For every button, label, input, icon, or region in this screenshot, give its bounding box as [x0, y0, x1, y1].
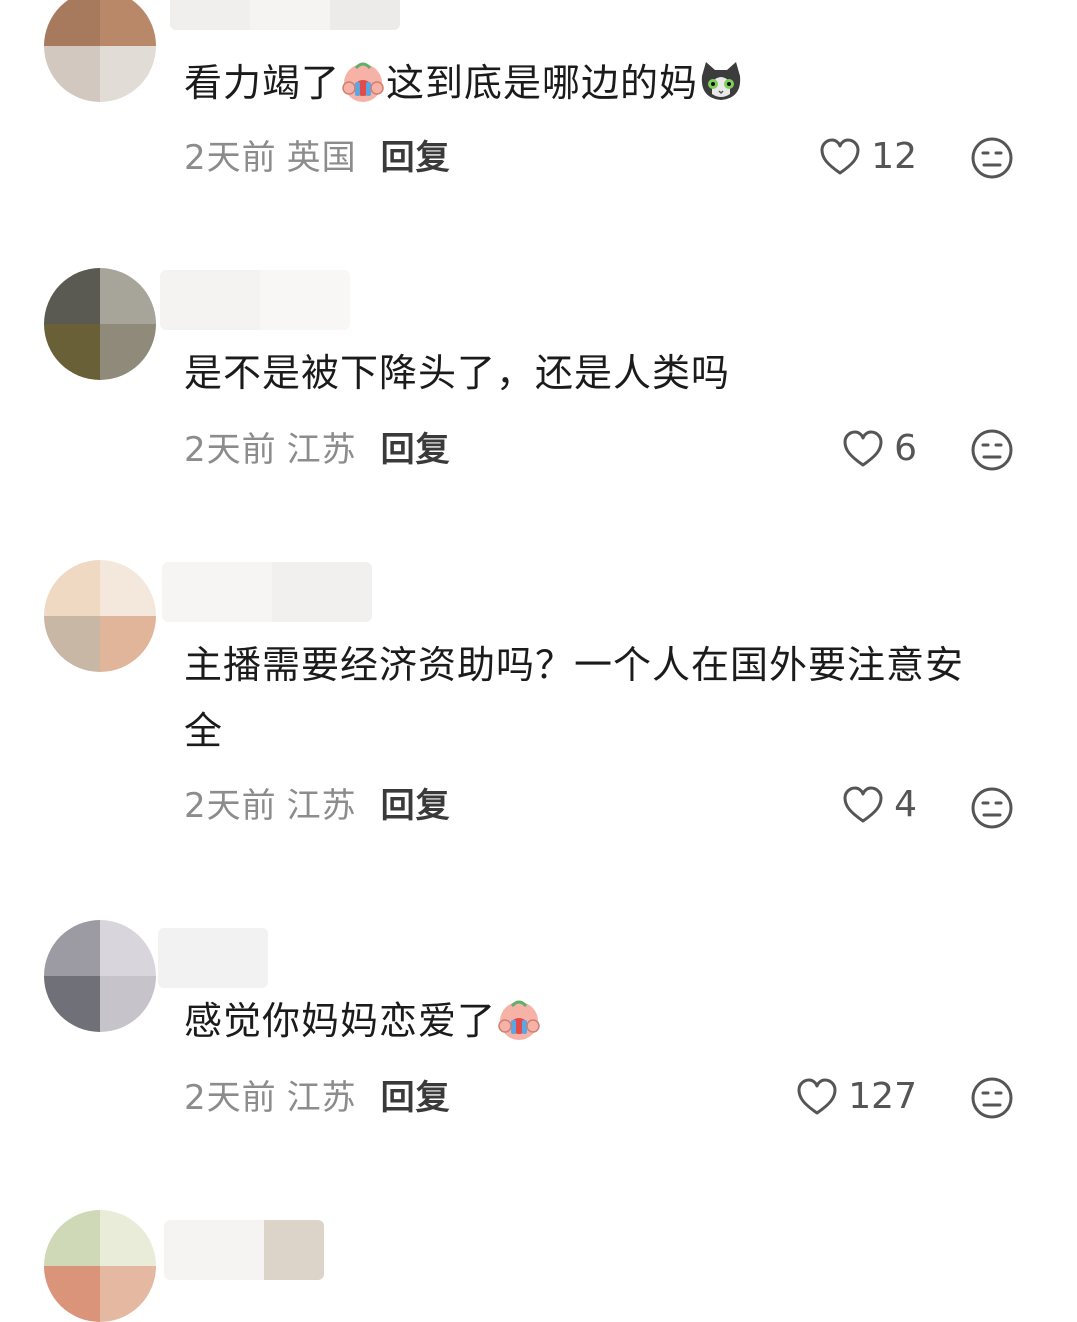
- like-button[interactable]: 127: [796, 1076, 917, 1117]
- reply-button[interactable]: 回复: [381, 138, 451, 178]
- avatar[interactable]: [44, 0, 156, 102]
- meh-face-icon[interactable]: [970, 428, 1014, 472]
- meh-face-icon[interactable]: [970, 136, 1014, 180]
- username-mosaic[interactable]: [160, 270, 350, 330]
- comment-time: 2天前: [184, 430, 277, 470]
- meh-face-icon[interactable]: [970, 1076, 1014, 1120]
- like-button[interactable]: 6: [842, 428, 917, 469]
- like-count: 4: [894, 784, 917, 825]
- comment-text: 主播需要经济资助吗？一个人在国外要注意安 全: [184, 632, 1034, 764]
- comment-text: 感觉你妈妈恋爱了: [184, 988, 1034, 1054]
- heart-outline-icon: [843, 786, 883, 822]
- comment-time: 2天前: [184, 1078, 277, 1118]
- crying-baby-emoji-icon: [342, 62, 384, 102]
- username-mosaic[interactable]: [158, 928, 268, 988]
- comment-region: 江苏: [286, 786, 357, 826]
- like-button[interactable]: 12: [819, 136, 917, 177]
- like-count: 12: [871, 136, 917, 177]
- comment-text: 是不是被下降头了，还是人类吗: [184, 351, 731, 395]
- avatar[interactable]: [44, 560, 156, 672]
- comment-region: 英国: [286, 138, 357, 178]
- username-mosaic[interactable]: [162, 562, 372, 622]
- comment-time: 2天前: [184, 138, 277, 178]
- reply-button[interactable]: 回复: [381, 786, 451, 826]
- comment-text: 看力竭了 这到底是哪边的妈: [184, 50, 1034, 116]
- comment-text-line: 主播需要经济资助吗？一个人在国外要注意安: [184, 643, 965, 687]
- comment-meta: 2天前 江苏 回复: [184, 786, 451, 826]
- crying-baby-emoji-icon: [498, 1000, 540, 1040]
- comment-region: 江苏: [286, 1078, 357, 1118]
- comment-region: 江苏: [286, 430, 357, 470]
- username-mosaic[interactable]: [170, 0, 400, 30]
- comment-meta: 2天前 江苏 回复: [184, 1078, 451, 1118]
- heart-outline-icon: [843, 430, 883, 466]
- comment-text-line: 全: [184, 709, 224, 753]
- avatar[interactable]: [44, 268, 156, 380]
- cat-face-emoji-icon: [701, 62, 741, 100]
- comment-meta: 2天前 江苏 回复: [184, 430, 451, 470]
- like-count: 127: [848, 1076, 917, 1117]
- like-count: 6: [894, 428, 917, 469]
- reply-button[interactable]: 回复: [381, 430, 451, 470]
- comment-time: 2天前: [184, 786, 277, 826]
- username-mosaic[interactable]: [164, 1220, 324, 1280]
- comment-meta: 2天前 英国 回复: [184, 138, 451, 178]
- avatar[interactable]: [44, 920, 156, 1032]
- like-button[interactable]: 4: [842, 784, 917, 825]
- heart-outline-icon: [797, 1078, 837, 1114]
- avatar[interactable]: [44, 1210, 156, 1322]
- heart-outline-icon: [820, 138, 860, 174]
- meh-face-icon[interactable]: [970, 786, 1014, 830]
- reply-button[interactable]: 回复: [381, 1078, 451, 1118]
